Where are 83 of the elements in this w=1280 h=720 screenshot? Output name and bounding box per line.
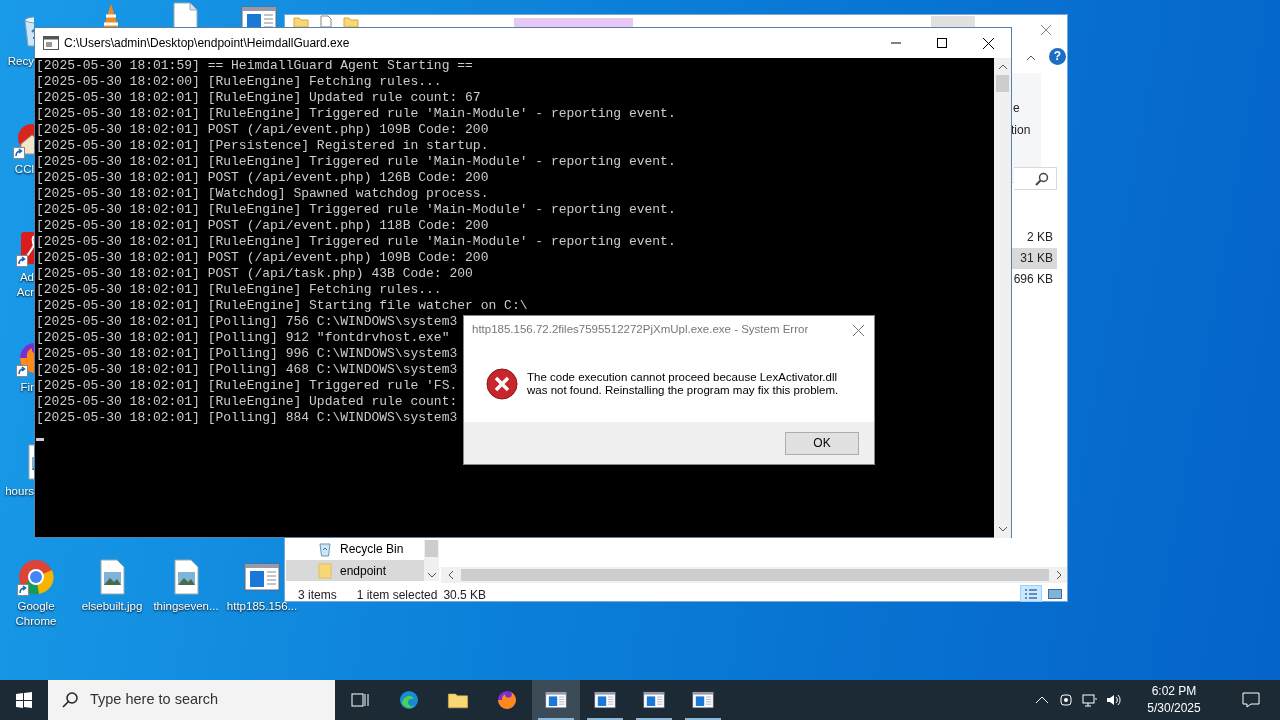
console-line: [2025-05-30 18:02:01] [RuleEngine] Updated rule count: 67 <box>36 90 481 106</box>
desktop-icon-label[interactable]: Ad Acr <box>16 270 34 300</box>
text-cursor <box>36 438 44 441</box>
windows-logo-icon <box>16 692 32 708</box>
selection-size: 30.5 KB <box>443 588 487 602</box>
console-line: [2025-05-30 18:02:01] POST (/api/event.php) 126B Code: 200 <box>36 170 489 186</box>
nav-pane-item[interactable]: endpoint <box>286 560 424 581</box>
scroll-down-icon[interactable] <box>997 526 1008 532</box>
console-window-icon <box>43 36 59 50</box>
taskbar-app-button[interactable] <box>532 680 580 720</box>
device-icon[interactable] <box>1058 692 1074 708</box>
desktop-icon-label[interactable]: CCl <box>14 162 34 177</box>
search-icon <box>1035 171 1049 186</box>
console-line: [2025-05-30 18:02:01] [RuleEngine] Triggered rule 'FS. <box>36 378 458 394</box>
scroll-down-icon[interactable] <box>426 572 437 578</box>
scrollbar-thumb[interactable] <box>996 75 1009 92</box>
caret-icon[interactable] <box>1026 55 1036 61</box>
scroll-up-icon[interactable] <box>997 64 1008 70</box>
search-icon <box>62 692 78 708</box>
details-view-button[interactable] <box>1020 585 1042 602</box>
console-line: [2025-05-30 18:02:01] POST (/api/event.php) 109B Code: 200 <box>36 122 489 138</box>
search-field[interactable]: Type here to search <box>48 680 335 720</box>
recycle-bin-icon <box>318 541 332 557</box>
desktop-icon-label[interactable]: Recy <box>7 54 34 69</box>
network-icon[interactable] <box>1082 692 1098 708</box>
volume-icon[interactable] <box>1106 692 1122 708</box>
notifications-icon <box>1242 692 1260 708</box>
search-field[interactable] <box>1014 167 1057 190</box>
item-count: 3 items <box>298 588 337 602</box>
desktop-icon-label[interactable]: hours <box>5 484 34 499</box>
console-line: [2025-05-30 18:02:01] [Polling] 884 C:\WINDOWS\system3 <box>36 410 458 426</box>
console-line: [2025-05-30 18:02:01] [Polling] 468 C:\WINDOWS\system3 <box>36 362 458 378</box>
console-line: [2025-05-30 18:02:01] POST (/api/task.php) 43B Code: 200 <box>36 266 473 282</box>
maximize-icon <box>937 38 947 48</box>
console-line: [2025-05-30 18:02:01] [RuleEngine] Triggered rule 'Main-Module' - reporting event. <box>36 234 676 250</box>
scrollbar-thumb[interactable] <box>425 540 438 557</box>
ribbon-label[interactable]: tion <box>1011 121 1031 139</box>
error-message: The code execution cannot proceed because LexActivator.dll was not found. Reinstalling the program may fix this problem. <box>527 370 839 397</box>
firefox-icon <box>495 688 519 712</box>
console-line: [2025-05-30 18:02:00] [RuleEngine] Fetching rules... <box>36 74 442 90</box>
console-line: [2025-05-30 18:02:01] [RuleEngine] Triggered rule 'Main-Module' - reporting event. <box>36 154 676 170</box>
selection-status: 1 item selected <box>356 588 438 602</box>
console-line: [2025-05-30 18:02:01] POST (/api/event.php) 118B Code: 200 <box>36 218 489 234</box>
desktop-icon-label[interactable]: elsebuilt.jpg <box>81 599 143 614</box>
dialog-title: http185.156.72.2files7595512272PjXmUpl.exe.exe - System Error <box>472 322 810 338</box>
task-view-icon <box>351 692 369 708</box>
ok-button[interactable]: OK <box>785 431 859 455</box>
desktop-icon-label[interactable]: Google Chrome <box>15 599 57 629</box>
clock-time[interactable]: 6:02 PM <box>1126 683 1222 700</box>
scroll-right-icon[interactable] <box>1056 570 1062 580</box>
scrollbar-thumb[interactable] <box>461 569 1049 581</box>
ribbon-label[interactable]: e <box>1013 99 1020 117</box>
console-line: [2025-05-30 18:02:01] [Polling] 912 "fontdrvhost.exe" <box>36 330 450 346</box>
file-size-cell-text: 2 KB <box>1026 229 1054 246</box>
desktop-icon-label[interactable]: thingseven... <box>153 599 219 614</box>
console-line: [2025-05-30 18:01:59] == HeimdallGuard Agent Starting == <box>36 58 473 74</box>
console-line: [2025-05-30 18:02:01] [Watchdog] Spawned watchdog process. <box>36 186 489 202</box>
details-view-icon <box>1024 587 1038 600</box>
console-line: [2025-05-30 18:02:01] [RuleEngine] Fetching rules... <box>36 282 442 298</box>
desktop-icon-label[interactable]: http185.156... <box>226 599 298 614</box>
scroll-left-icon[interactable] <box>448 570 454 580</box>
file-size-cell-text: 696 KB <box>1012 271 1054 288</box>
console-line: [2025-05-30 18:02:01] [Persistence] Registered in startup. <box>36 138 489 154</box>
thumbnail-view-icon <box>1048 587 1062 600</box>
console-line: [2025-05-30 18:02:01] POST (/api/event.php) 109B Code: 200 <box>36 250 489 266</box>
console-line: [2025-05-30 18:02:01] [RuleEngine] Triggered rule 'Main-Module' - reporting event. <box>36 106 676 122</box>
console-line: [2025-05-30 18:02:01] [RuleEngine] Updated rule count: <box>36 394 458 410</box>
nav-pane-item[interactable]: Recycle Bin <box>286 540 424 558</box>
window-title: C:\Users\admin\Desktop\endpoint\HeimdallGuard.exe <box>64 35 351 52</box>
edge-icon <box>397 688 421 712</box>
chrome-icon[interactable] <box>16 557 56 597</box>
desktop-icon-label[interactable]: Fir <box>20 380 34 395</box>
help-icon[interactable]: ? <box>1049 48 1066 65</box>
console-line: [2025-05-30 18:02:01] [Polling] 996 C:\WINDOWS\system3 <box>36 346 458 362</box>
close-icon[interactable] <box>1040 24 1052 36</box>
close-icon[interactable] <box>853 324 864 336</box>
close-icon <box>982 37 994 49</box>
console-line: [2025-05-30 18:02:01] [Polling] 756 C:\WINDOWS\system3 <box>36 314 458 330</box>
clock-date[interactable]: 5/30/2025 <box>1126 700 1222 717</box>
folder-icon <box>318 562 332 579</box>
error-icon <box>486 368 518 400</box>
console-line: [2025-05-30 18:02:01] [RuleEngine] Starting file watcher on C:\ <box>36 298 528 314</box>
console-line: [2025-05-30 18:02:01] [RuleEngine] Triggered rule 'Main-Module' - reporting event. <box>36 202 676 218</box>
